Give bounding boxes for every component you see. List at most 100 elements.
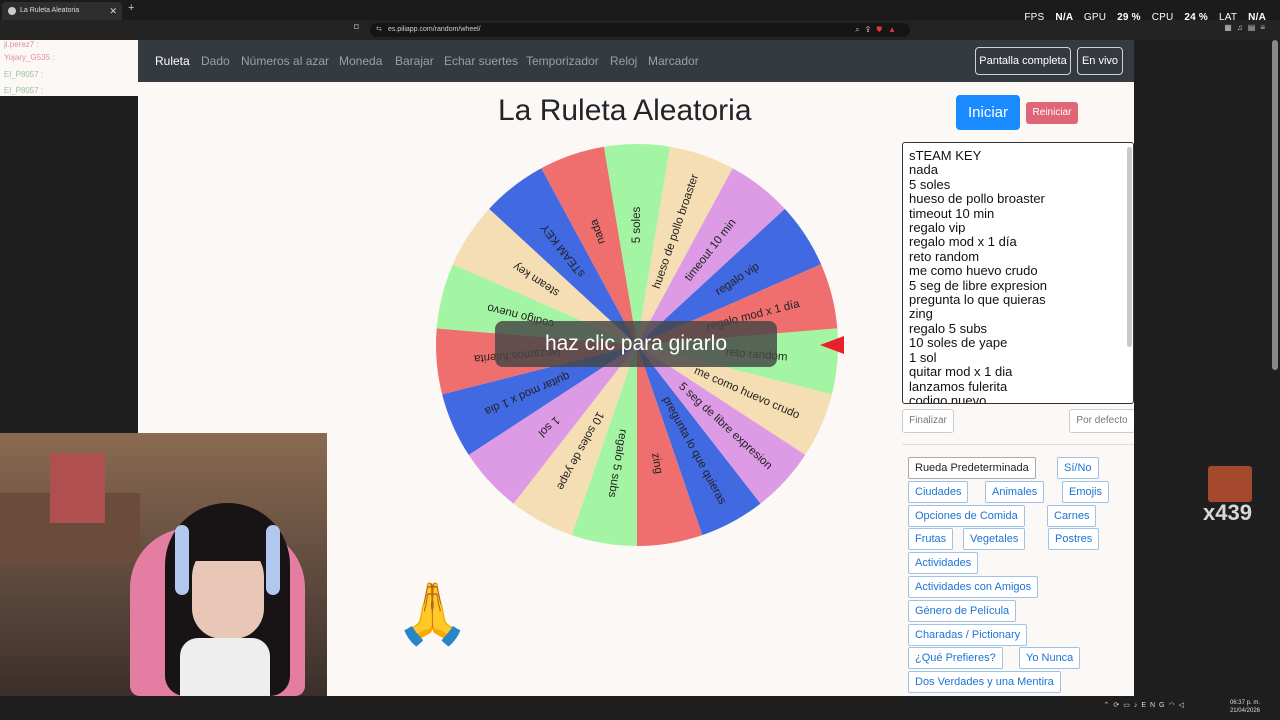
lang-indicator[interactable]: ENG <box>1141 702 1168 709</box>
preset-button[interactable]: Carnes <box>1047 505 1097 527</box>
option-line: nada <box>909 162 938 178</box>
cpu-value: 24 % <box>1184 12 1208 23</box>
wifi-icon[interactable]: ◠ <box>1169 702 1179 709</box>
new-tab-icon[interactable]: + <box>128 2 134 14</box>
favicon-icon <box>8 7 16 15</box>
menu-icon[interactable]: ≡ <box>1260 23 1270 32</box>
wheel-segment-label: 5 soles <box>631 207 643 244</box>
performance-overlay: FPS N/A GPU 29 % CPU 24 % LAT N/A <box>1016 12 1266 23</box>
preset-button[interactable]: Postres <box>1048 528 1100 550</box>
preset-button[interactable]: Sí/No <box>1057 457 1099 479</box>
fps-value: N/A <box>1055 12 1073 23</box>
share-icon[interactable]: ⇪ <box>866 25 877 34</box>
preset-button[interactable]: Emojis <box>1062 481 1110 503</box>
wheel-pointer-icon <box>820 336 844 354</box>
browser-tools: ▦♫▤≡ <box>1224 23 1270 32</box>
option-line: lanzamos fulerita <box>909 378 1008 394</box>
preset-button[interactable]: Animales <box>985 481 1045 503</box>
headset-icon <box>175 525 189 595</box>
network-icon[interactable]: ⟳ <box>1113 702 1123 709</box>
preset-button[interactable]: Frutas <box>908 528 954 550</box>
media-icon[interactable]: ♫ <box>1237 23 1248 32</box>
streamer-top <box>180 638 270 696</box>
option-line: 10 soles de yape <box>909 335 1008 351</box>
stream-chat: jl.perez7 : Yojary_G535 : El_P8057 : El_… <box>0 40 138 96</box>
page-title: La Ruleta Aleatoria <box>498 94 752 127</box>
option-line: hueso de pollo broaster <box>909 191 1045 207</box>
live-button[interactable]: En vivo <box>1077 47 1123 75</box>
preset-button[interactable]: Actividades con Amigos <box>908 576 1039 598</box>
divider <box>902 444 1134 445</box>
nav-item-moneda[interactable]: Moneda <box>339 54 382 68</box>
chat-line: jl.perez7 : <box>4 40 39 49</box>
preset-button[interactable]: Actividades <box>908 552 979 574</box>
preset-button[interactable]: Rueda Predeterminada <box>908 457 1036 479</box>
option-line: codigo nuevo <box>909 392 987 404</box>
option-line: regalo 5 subs <box>909 320 988 336</box>
option-line: regalo mod x 1 día <box>909 234 1017 250</box>
preset-button[interactable]: Género de Película <box>908 600 1017 622</box>
fps-label: FPS <box>1024 12 1045 23</box>
textarea-scrollbar[interactable] <box>1127 147 1132 347</box>
reset-button[interactable]: Reiniciar <box>1026 102 1078 124</box>
preset-button[interactable]: ¿Qué Prefieres? <box>908 647 1003 669</box>
nav-item-temporizador[interactable]: Temporizador <box>526 54 599 68</box>
tab-ruleta[interactable]: La Ruleta Aleatoria ✕ <box>2 2 122 20</box>
close-tab-icon[interactable]: ✕ <box>109 2 117 20</box>
preset-button[interactable]: Vegetales <box>963 528 1026 550</box>
preset-button[interactable]: Dos Verdades y una Mentira <box>908 671 1061 693</box>
brave-shield-icon[interactable]: ⛊ <box>876 25 888 34</box>
zoom-icon[interactable]: ⌕ <box>855 25 865 34</box>
site-info-icon[interactable]: ⇆ <box>376 23 382 37</box>
option-line: quitar mod x 1 dia <box>909 364 1013 380</box>
option-line: sTEAM KEY <box>909 148 982 163</box>
option-line: zing <box>909 306 933 322</box>
address-bar[interactable]: ⇆ es.piliapp.com/random/wheel/ ⌕⇪⛊▲ <box>370 23 910 37</box>
preset-button[interactable]: Yo Nunca <box>1019 647 1081 669</box>
chat-line: Yojary_G535 : <box>4 53 55 62</box>
chevron-up-icon[interactable]: ⌃ <box>1103 702 1113 709</box>
option-line: 5 seg de libre expresion <box>909 277 1048 293</box>
nav-item-ruleta[interactable]: Ruleta <box>155 54 190 68</box>
taskbar-clock[interactable]: 06:37 p. m. 21/04/2026 <box>1230 699 1260 715</box>
bookmark-icon[interactable]: ⌑ <box>354 22 359 33</box>
option-line: 1 sol <box>909 349 937 365</box>
nav-item-echar-suertes[interactable]: Echar suertes <box>444 54 518 68</box>
poster <box>50 453 105 523</box>
options-textarea[interactable]: sTEAM KEY nada 5 soles hueso de pollo broas… <box>902 142 1134 404</box>
extensions-icon[interactable]: ▦ <box>1224 23 1237 32</box>
nav-item-reloj[interactable]: Reloj <box>610 54 637 68</box>
gpu-value: 29 % <box>1117 12 1141 23</box>
preset-button[interactable]: Ciudades <box>908 481 969 503</box>
browser-toolbar: ⌑ ⇆ es.piliapp.com/random/wheel/ ⌕⇪⛊▲ ▦♫… <box>0 20 1280 40</box>
spin-hint[interactable]: haz clic para girarlo <box>495 321 777 367</box>
lat-label: LAT <box>1218 12 1238 23</box>
fullscreen-button[interactable]: Pantalla completa <box>975 47 1071 75</box>
nav-item-dado[interactable]: Dado <box>201 54 230 68</box>
usb-icon[interactable]: ▭ <box>1123 702 1134 709</box>
url-text: es.piliapp.com/random/wheel/ <box>388 26 481 33</box>
rewards-icon[interactable]: ▲ <box>888 25 902 34</box>
chat-line: El_P8057 : <box>4 86 44 95</box>
preset-button[interactable]: Opciones de Comida <box>908 505 1025 527</box>
default-button[interactable]: Por defecto <box>1069 409 1134 433</box>
clock-date: 21/04/2026 <box>1229 708 1260 714</box>
lat-value: N/A <box>1248 12 1266 23</box>
clock-time: 06:37 p. m. <box>1229 700 1260 706</box>
finish-button[interactable]: Finalizar <box>902 409 954 433</box>
nav-item-barajar[interactable]: Barajar <box>395 54 434 68</box>
preset-button[interactable]: Charadas / Pictionary <box>908 624 1028 646</box>
option-line: reto random <box>909 248 980 264</box>
option-line: timeout 10 min <box>909 205 995 221</box>
sidebar-icon[interactable]: ▤ <box>1248 23 1261 32</box>
page-scrollbar[interactable] <box>1272 40 1278 370</box>
url-actions: ⌕⇪⛊▲ <box>855 23 902 37</box>
nav-item-marcador[interactable]: Marcador <box>648 54 699 68</box>
headset-right <box>266 525 280 595</box>
system-tray: ⌃⟳▭♪ENG◠◁ <box>1103 701 1188 709</box>
taskbar: ⌃⟳▭♪ENG◠◁ 06:37 p. m. 21/04/2026 <box>0 696 1280 720</box>
option-line: me como huevo crudo <box>909 263 1038 279</box>
volume-icon[interactable]: ◁ <box>1179 702 1188 709</box>
nav-item-numeros[interactable]: Números al azar <box>241 54 329 68</box>
start-button[interactable]: Iniciar <box>956 95 1020 130</box>
